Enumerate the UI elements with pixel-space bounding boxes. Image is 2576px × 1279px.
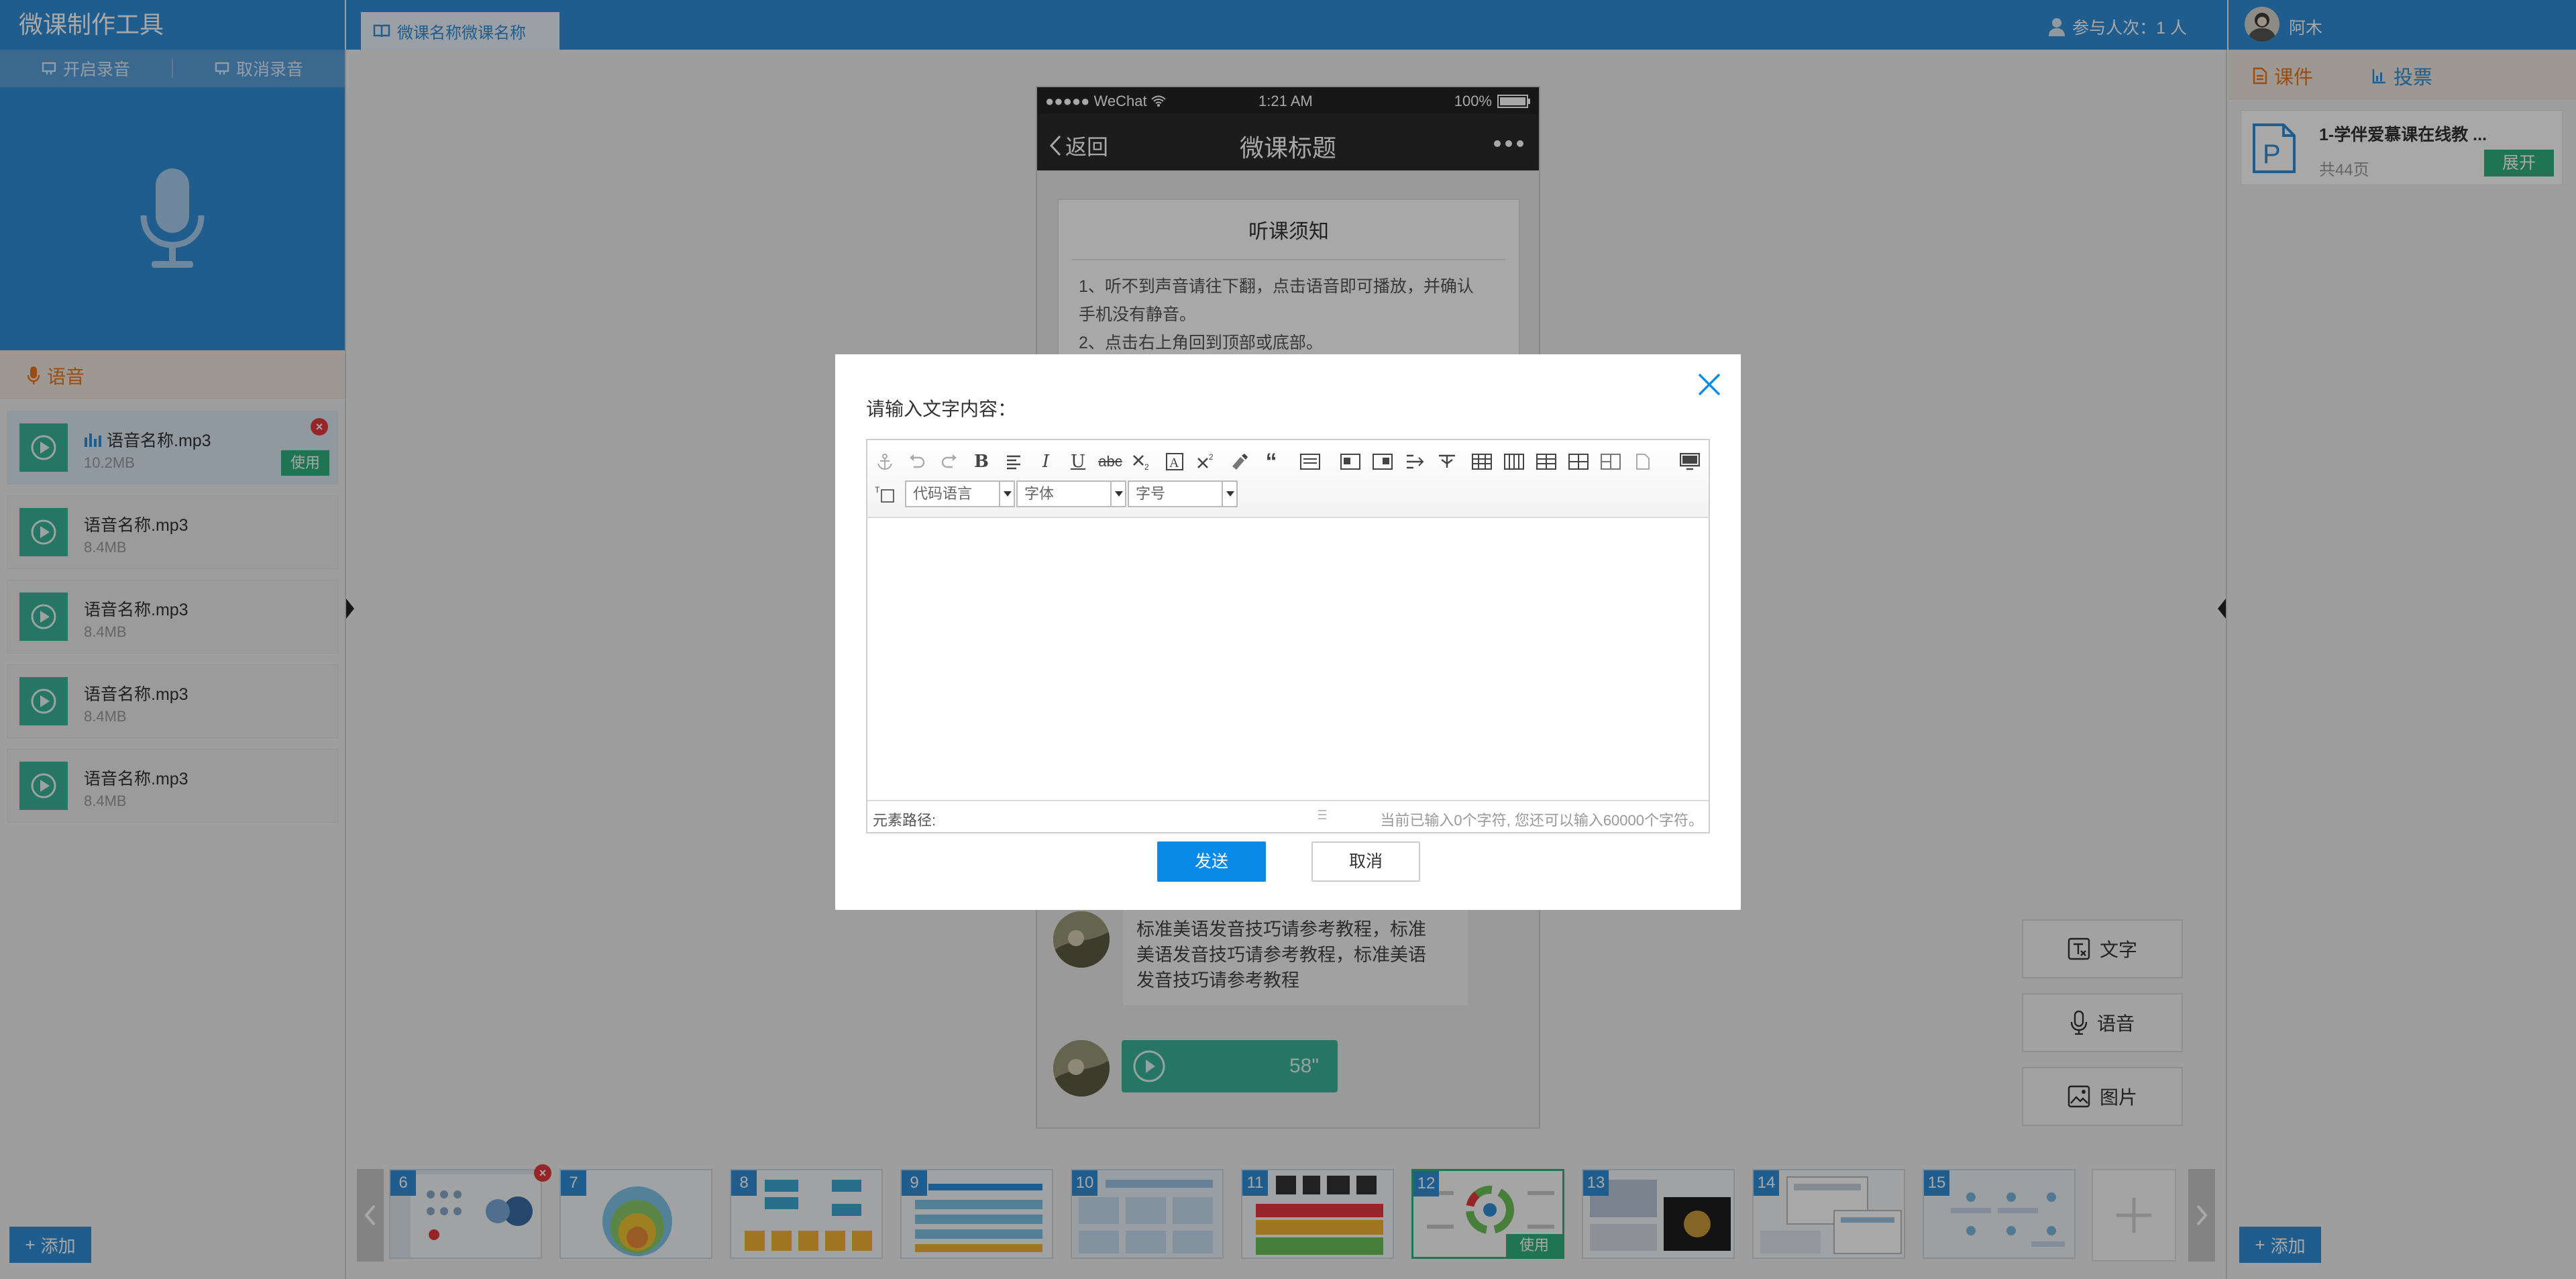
svg-text:2: 2 xyxy=(1209,453,1214,462)
italic-icon[interactable]: I xyxy=(1032,448,1059,475)
editor-content-area[interactable] xyxy=(867,518,1709,801)
table-insert-row-icon[interactable] xyxy=(1533,448,1560,475)
format-icon[interactable] xyxy=(1000,448,1027,475)
float-right-icon[interactable] xyxy=(1369,448,1396,475)
element-path-label: 元素路径: xyxy=(873,812,936,829)
clear-format-icon[interactable]: T xyxy=(871,480,898,507)
undo-icon[interactable] xyxy=(904,448,930,475)
anchor-icon[interactable] xyxy=(871,448,898,475)
table-split-icon[interactable] xyxy=(1597,448,1624,475)
cancel-button[interactable]: 取消 xyxy=(1311,841,1420,882)
svg-text:A: A xyxy=(1169,456,1179,470)
superscript-icon[interactable]: 2 xyxy=(1193,448,1220,475)
chevron-down-icon xyxy=(1222,482,1236,506)
font-family-select[interactable]: 字体 xyxy=(1016,480,1126,507)
code-language-select[interactable]: 代码语言 xyxy=(905,480,1015,507)
text-input-dialog: 请输入文字内容： B I U abc 2 A 2 “ T 代码语言 字体 字号 … xyxy=(835,354,1741,910)
format-painter-icon[interactable] xyxy=(1226,448,1252,475)
insert-frame-icon[interactable] xyxy=(1297,448,1324,475)
editor-status-bar: 元素路径: 当前已输入0个字符, 您还可以输入60000个字符。 xyxy=(867,800,1709,832)
quote-icon[interactable]: “ xyxy=(1258,448,1285,475)
merge-icon[interactable] xyxy=(1434,448,1460,475)
table-icon[interactable] xyxy=(1468,448,1495,475)
subscript-icon[interactable]: 2 xyxy=(1129,448,1156,475)
preview-icon[interactable] xyxy=(1676,448,1703,475)
close-icon[interactable] xyxy=(1697,372,1722,397)
page-break-icon[interactable] xyxy=(1629,448,1656,475)
resize-handle-icon[interactable] xyxy=(1317,807,1328,824)
chevron-down-icon xyxy=(1110,482,1125,506)
text-box-icon[interactable]: A xyxy=(1161,448,1188,475)
table-delete-icon[interactable] xyxy=(1565,448,1592,475)
svg-text:T: T xyxy=(875,485,880,495)
dialog-prompt: 请输入文字内容： xyxy=(866,399,1017,419)
character-count: 当前已输入0个字符, 您还可以输入60000个字符。 xyxy=(1380,812,1703,829)
float-left-icon[interactable] xyxy=(1337,448,1364,475)
indent-icon[interactable] xyxy=(1401,448,1428,475)
svg-text:2: 2 xyxy=(1144,462,1149,470)
strikethrough-icon[interactable]: abc xyxy=(1097,448,1124,475)
font-size-select[interactable]: 字号 xyxy=(1128,480,1238,507)
editor-toolbar: B I U abc 2 A 2 “ T 代码语言 字体 字号 xyxy=(867,440,1709,518)
underline-icon[interactable]: U xyxy=(1065,448,1091,475)
send-button[interactable]: 发送 xyxy=(1157,841,1266,882)
bold-icon[interactable]: B xyxy=(968,448,995,475)
rich-text-editor: B I U abc 2 A 2 “ T 代码语言 字体 字号 元素路径: 当前已… xyxy=(866,439,1710,833)
redo-icon[interactable] xyxy=(936,448,963,475)
chevron-down-icon xyxy=(999,482,1014,506)
table-insert-col-icon[interactable] xyxy=(1501,448,1527,475)
